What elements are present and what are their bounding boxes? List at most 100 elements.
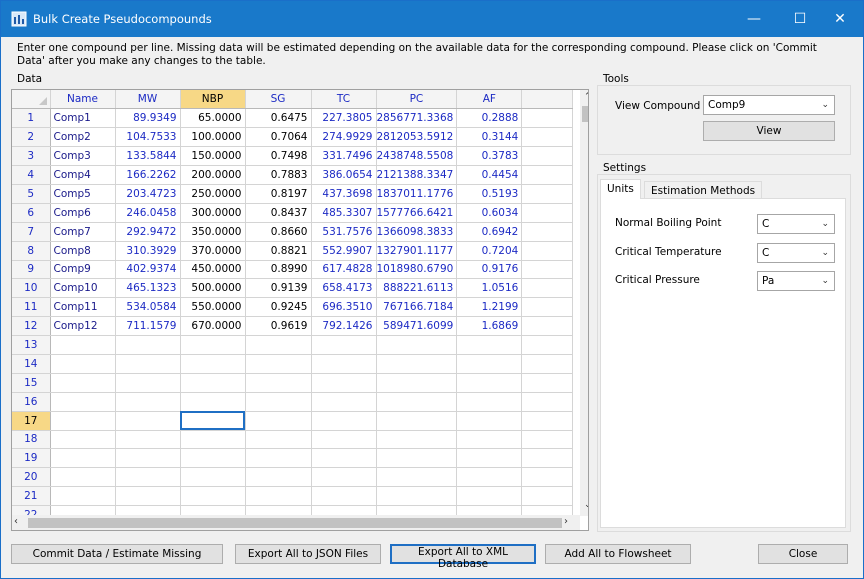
horizontal-scrollbar[interactable]: ‹ › xyxy=(12,515,580,530)
cell-sg[interactable]: 0.9619 xyxy=(245,316,312,337)
row-header[interactable]: 2 xyxy=(12,127,51,148)
critical-pressure-unit-select[interactable]: Pa ⌄ xyxy=(757,271,835,291)
cell-nbp[interactable]: 150.0000 xyxy=(180,146,246,167)
cell-tc[interactable]: 386.0654 xyxy=(311,165,377,185)
cell-af[interactable]: 0.4454 xyxy=(456,165,523,185)
cell-af[interactable]: 0.5193 xyxy=(456,184,523,204)
cell-name[interactable]: Comp3 xyxy=(50,146,116,167)
cell-pc[interactable]: 1837011.1776 xyxy=(376,184,458,204)
cell-af[interactable] xyxy=(456,335,523,355)
cell-sg[interactable] xyxy=(245,411,312,431)
export-xml-button[interactable]: Export All to XML Database xyxy=(390,544,536,570)
cell-af[interactable]: 0.6942 xyxy=(456,222,523,242)
cell-name[interactable] xyxy=(50,486,116,507)
cell-pc[interactable] xyxy=(376,430,458,450)
cell-pc[interactable]: 767166.7184 xyxy=(376,297,458,318)
cell-mw[interactable] xyxy=(115,467,181,488)
cell-mw[interactable]: 465.1323 xyxy=(115,278,181,299)
cell-sg[interactable] xyxy=(245,448,312,469)
cell-nbp[interactable] xyxy=(180,486,246,507)
cell-nbp[interactable]: 100.0000 xyxy=(180,127,246,148)
cell-name[interactable]: Comp8 xyxy=(50,241,116,261)
cell-af[interactable] xyxy=(456,411,523,431)
cell-nbp[interactable]: 250.0000 xyxy=(180,184,246,204)
cell-tc[interactable] xyxy=(311,486,377,507)
cell-sg[interactable] xyxy=(245,430,312,450)
cell-sg[interactable] xyxy=(245,335,312,355)
cell-pc[interactable] xyxy=(376,335,458,355)
cell-mw[interactable] xyxy=(115,373,181,393)
cell-name[interactable]: Comp4 xyxy=(50,165,116,185)
cell-pc[interactable] xyxy=(376,448,458,469)
row-header[interactable]: 14 xyxy=(12,354,51,374)
column-header-nbp[interactable]: NBP xyxy=(180,90,246,110)
row-header[interactable]: 21 xyxy=(12,486,51,507)
cell-nbp[interactable] xyxy=(180,335,246,355)
cell-pc[interactable]: 1327901.1177 xyxy=(376,241,458,261)
row-header[interactable]: 19 xyxy=(12,448,51,469)
cell-name[interactable]: Comp5 xyxy=(50,184,116,204)
cell-pc[interactable] xyxy=(376,411,458,431)
cell-sg[interactable]: 0.8197 xyxy=(245,184,312,204)
cell-nbp[interactable]: 200.0000 xyxy=(180,165,246,185)
cell-af[interactable]: 1.0516 xyxy=(456,278,523,299)
cell-tc[interactable]: 531.7576 xyxy=(311,222,377,242)
cell-nbp[interactable]: 550.0000 xyxy=(180,297,246,318)
cell-name[interactable] xyxy=(50,411,116,431)
cell-mw[interactable] xyxy=(115,335,181,355)
row-header[interactable]: 4 xyxy=(12,165,51,185)
cell-af[interactable]: 1.2199 xyxy=(456,297,523,318)
cell-name[interactable]: Comp1 xyxy=(50,108,116,129)
cell-tc[interactable]: 227.3805 xyxy=(311,108,377,129)
cell-name[interactable]: Comp12 xyxy=(50,316,116,337)
cell-mw[interactable]: 89.9349 xyxy=(115,108,181,129)
cell-name[interactable] xyxy=(50,373,116,393)
minimize-button[interactable]: — xyxy=(731,1,777,37)
cell-mw[interactable] xyxy=(115,430,181,450)
cell-af[interactable]: 0.6034 xyxy=(456,203,523,223)
cell-mw[interactable]: 246.0458 xyxy=(115,203,181,223)
cell-pc[interactable] xyxy=(376,486,458,507)
cell-af[interactable] xyxy=(456,467,523,488)
cell-tc[interactable] xyxy=(311,467,377,488)
row-header[interactable]: 13 xyxy=(12,335,51,355)
cell-pc[interactable]: 589471.6099 xyxy=(376,316,458,337)
row-header[interactable]: 11 xyxy=(12,297,51,318)
add-to-flowsheet-button[interactable]: Add All to Flowsheet xyxy=(545,544,691,564)
cell-mw[interactable]: 203.4723 xyxy=(115,184,181,204)
column-header-name[interactable]: Name xyxy=(50,90,116,110)
tab-units[interactable]: Units xyxy=(600,179,641,199)
cell-pc[interactable]: 2438748.5508 xyxy=(376,146,458,167)
cell-tc[interactable]: 658.4173 xyxy=(311,278,377,299)
cell-sg[interactable] xyxy=(245,354,312,374)
row-header[interactable]: 15 xyxy=(12,373,51,393)
cell-tc[interactable] xyxy=(311,335,377,355)
cell-pc[interactable]: 1577766.6421 xyxy=(376,203,458,223)
cell-sg[interactable]: 0.7064 xyxy=(245,127,312,148)
cell-sg[interactable]: 0.8660 xyxy=(245,222,312,242)
row-header[interactable]: 12 xyxy=(12,316,51,337)
cell-tc[interactable]: 437.3698 xyxy=(311,184,377,204)
cell-sg[interactable]: 0.9139 xyxy=(245,278,312,299)
cell-name[interactable] xyxy=(50,354,116,374)
cell-sg[interactable] xyxy=(245,486,312,507)
row-header[interactable]: 20 xyxy=(12,467,51,488)
cell-mw[interactable] xyxy=(115,354,181,374)
cell-tc[interactable]: 552.9907 xyxy=(311,241,377,261)
cell-tc[interactable]: 696.3510 xyxy=(311,297,377,318)
cell-af[interactable]: 1.6869 xyxy=(456,316,523,337)
cell-af[interactable]: 0.7204 xyxy=(456,241,523,261)
row-header[interactable]: 16 xyxy=(12,392,51,412)
scroll-left-icon[interactable]: ‹ xyxy=(14,516,18,527)
cell-nbp[interactable] xyxy=(180,467,246,488)
cell-tc[interactable]: 274.9929 xyxy=(311,127,377,148)
cell-nbp[interactable]: 670.0000 xyxy=(180,316,246,337)
cell-tc[interactable] xyxy=(311,411,377,431)
cell-mw[interactable]: 166.2262 xyxy=(115,165,181,185)
close-window-button[interactable]: ✕ xyxy=(817,1,863,37)
cell-nbp[interactable]: 370.0000 xyxy=(180,241,246,261)
cell-sg[interactable]: 0.8990 xyxy=(245,260,312,280)
cell-mw[interactable]: 133.5844 xyxy=(115,146,181,167)
cell-af[interactable]: 0.9176 xyxy=(456,260,523,280)
cell-sg[interactable]: 0.7498 xyxy=(245,146,312,167)
